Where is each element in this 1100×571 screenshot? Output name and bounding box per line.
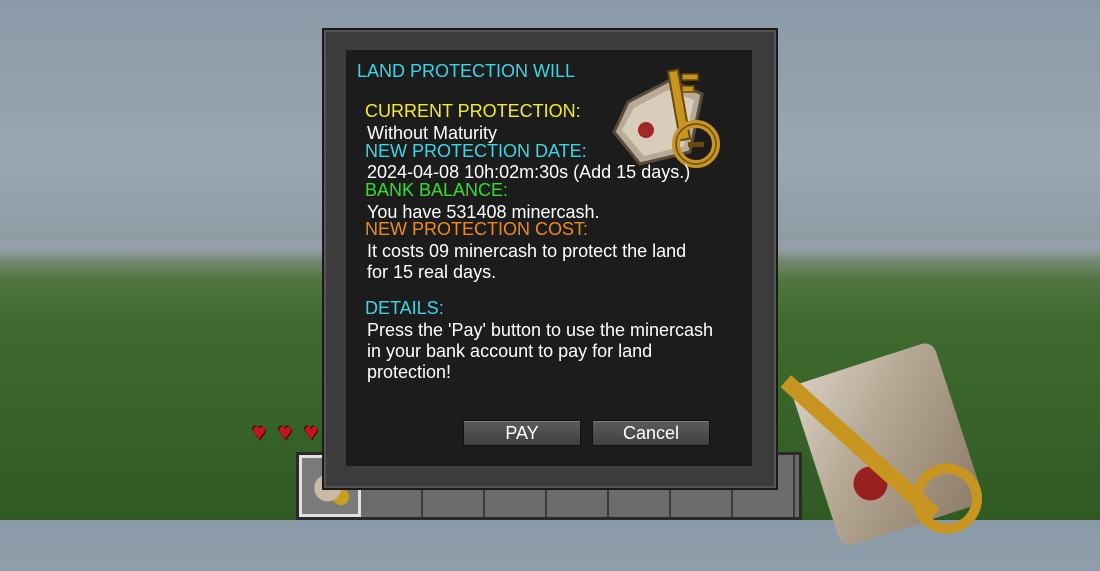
bank-balance-label: BANK BALANCE: [365,180,509,200]
cancel-button[interactable]: Cancel [592,420,710,446]
pay-button[interactable]: PAY [463,420,581,446]
new-protection-cost-label: NEW PROTECTION COST: [365,219,589,239]
dialog-title: LAND PROTECTION WILL [357,61,576,81]
details-line3: protection! [367,362,452,382]
details-line2: in your bank account to pay for land [367,341,653,361]
details-line1: Press the 'Pay' button to use the minerc… [367,320,714,340]
held-item-land-will [774,309,1026,561]
heart-icon: ♥ [252,419,267,446]
details-label: DETAILS: [365,298,444,318]
current-protection-label: CURRENT PROTECTION: [365,101,581,121]
heart-icon: ♥ [278,419,293,446]
new-protection-cost-line1: It costs 09 minercash to protect the lan… [367,241,687,261]
health-bar: ♥ ♥ ♥ [252,419,328,446]
land-will-scroll-key-icon [612,68,720,168]
new-protection-date-label: NEW PROTECTION DATE: [365,141,587,161]
new-protection-cost-line2: for 15 real days. [367,262,497,282]
